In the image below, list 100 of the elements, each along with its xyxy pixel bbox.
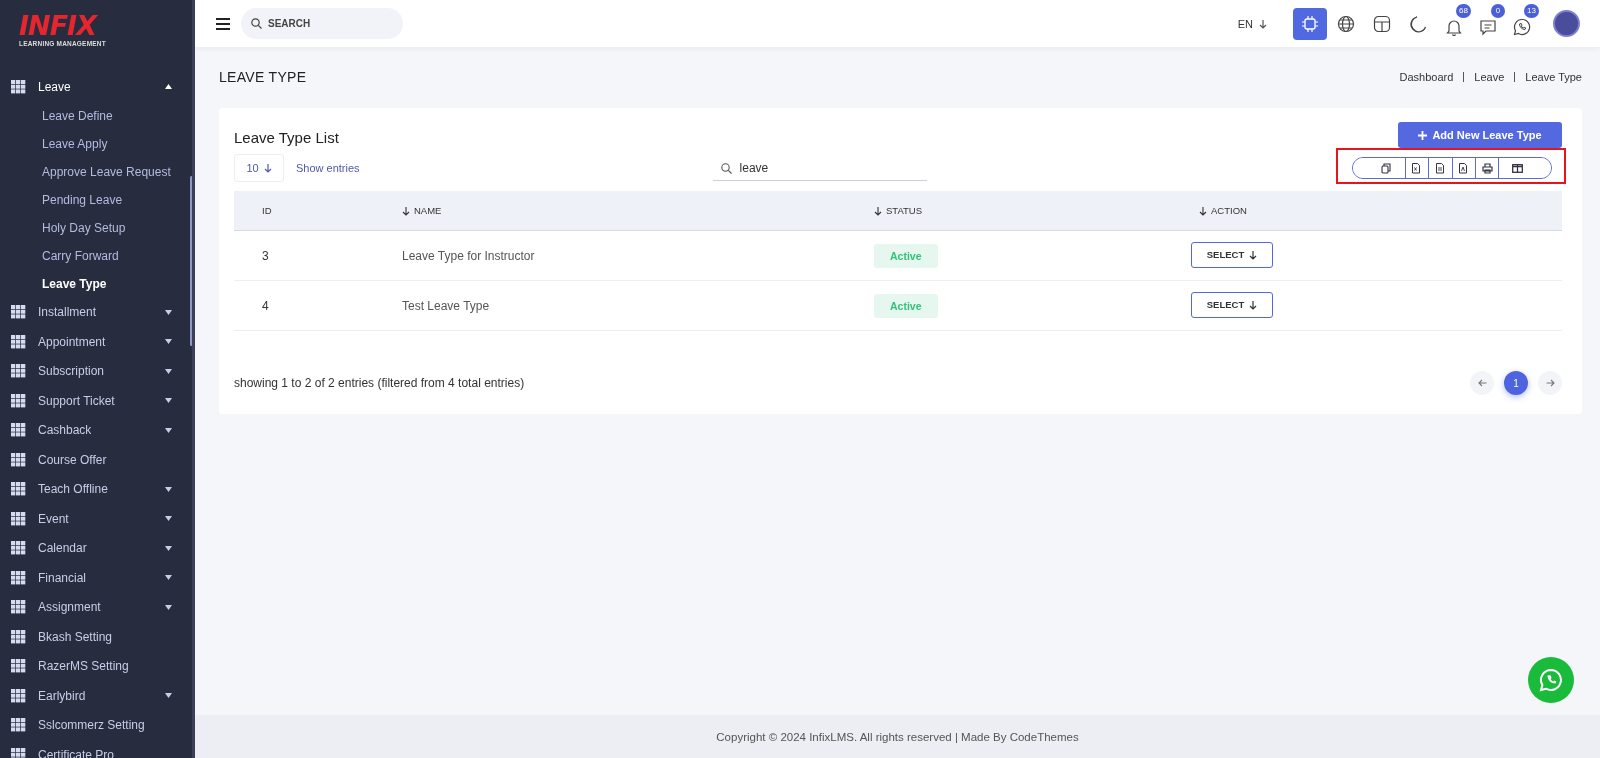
caret-down-icon (165, 693, 172, 699)
chip-icon (1301, 14, 1319, 33)
submenu-item[interactable]: Pending Leave (0, 185, 192, 214)
card-title: Leave Type List (234, 128, 339, 146)
sidebar-item[interactable]: Subscription (0, 356, 192, 386)
sidebar-item[interactable]: Support Ticket (0, 386, 192, 416)
caret-down-icon (165, 309, 172, 315)
moon-icon (1409, 14, 1427, 33)
sidebar-item[interactable]: Certificate Pro (0, 740, 192, 758)
arrow-left-icon (1477, 379, 1487, 387)
submenu-item[interactable]: Leave Type (0, 269, 192, 298)
column-header[interactable]: NAME (374, 205, 846, 216)
arrow-right-icon (1545, 379, 1555, 387)
page-title: LEAVE TYPE (219, 69, 307, 85)
table-cell-text: 3 (261, 248, 270, 263)
caret-down-icon (165, 368, 172, 374)
chat-button[interactable] (1528, 657, 1574, 703)
arrow-down-icon (1249, 249, 1258, 260)
excel-file-icon (1411, 162, 1423, 174)
grid-icon (11, 334, 26, 349)
caret-down-icon (165, 339, 172, 345)
column-header[interactable]: ACTION (1171, 205, 1562, 216)
sidebar-item[interactable]: Cashback (0, 415, 192, 445)
bell-icon (1445, 17, 1463, 36)
breadcrumb-link[interactable]: Dashboard (1399, 72, 1454, 82)
add-button[interactable]: Add New Leave Type (1398, 122, 1562, 148)
count-badge: 68 (1456, 3, 1471, 18)
menu-icon (216, 17, 230, 30)
caret-down-icon (165, 427, 172, 433)
grid-icon (11, 659, 26, 674)
chat-icon (1479, 17, 1497, 36)
sidebar-item[interactable]: Teach Offline (0, 474, 192, 504)
submenu-item[interactable]: Holy Day Setup (0, 213, 192, 242)
grid-icon (11, 629, 26, 644)
entries-info: showing 1 to 2 of 2 entries (filtered from 4 total entries) (234, 376, 525, 390)
table-cell-text: Leave Type for Instructor (401, 248, 536, 263)
arrow-down-icon (1259, 18, 1267, 29)
sidebar-item[interactable]: Installment (0, 297, 192, 327)
breadcrumb-link[interactable]: Leave (1463, 72, 1505, 82)
column-header[interactable]: ID (234, 205, 374, 216)
document-icon (1434, 162, 1446, 174)
sidebar-item[interactable]: Leave (0, 72, 192, 102)
arrow-down-icon (263, 163, 272, 173)
select-dropdown[interactable]: SELECT (1191, 241, 1273, 268)
submenu-item[interactable]: Carry Forward (0, 241, 192, 270)
caret-down-icon (165, 545, 172, 551)
submenu-item[interactable]: Approve Leave Request (0, 157, 192, 186)
submenu-item[interactable]: Leave Apply (0, 129, 192, 158)
grid-icon (11, 718, 26, 733)
sidebar-item[interactable]: Course Offer (0, 445, 192, 475)
notification-button[interactable]: 68 (1437, 3, 1471, 44)
submenu-item[interactable]: Leave Define (0, 101, 192, 130)
caret-up-icon (165, 84, 172, 90)
select-dropdown[interactable]: SELECT (1191, 291, 1273, 318)
sort-arrow-icon (402, 205, 410, 216)
sidebar-item[interactable]: Appointment (0, 327, 192, 357)
sidebar-item[interactable]: Earlybird (0, 681, 192, 711)
caret-down-icon (165, 398, 172, 404)
show-entries-label: Show entries (296, 162, 360, 174)
grid-icon (11, 541, 26, 556)
grid-icon (11, 423, 26, 438)
avatar[interactable] (1553, 10, 1580, 37)
caret-down-icon (165, 516, 172, 522)
grid-icon (11, 79, 26, 94)
sidebar-item[interactable]: Assignment (0, 592, 192, 622)
language-selector[interactable]: EN (1237, 17, 1267, 30)
page-button[interactable]: 1 (1504, 371, 1528, 395)
notification-button[interactable]: 13 (1505, 3, 1539, 44)
search-field[interactable]: SEARCH (241, 8, 403, 39)
phone-chat-icon (1513, 17, 1531, 36)
plus-icon (1418, 130, 1428, 140)
logo-text: INFIX (19, 12, 96, 40)
status-badge: Active (874, 243, 938, 268)
toolbar-button[interactable] (1293, 7, 1327, 40)
footer-text: Copyright © 2024 InfixLMS. All rights reserved | Made By CodeThemes (195, 715, 1600, 758)
count-badge: 0 (1491, 3, 1505, 18)
column-header[interactable]: STATUS (846, 205, 1171, 216)
grid-icon (11, 747, 26, 758)
sidebar-item[interactable]: Sslcommerz Setting (0, 710, 192, 740)
notification-button[interactable]: 0 (1471, 3, 1505, 44)
grid-icon (11, 482, 26, 497)
page-size-select[interactable]: 10 (234, 154, 284, 182)
caret-down-icon (165, 604, 172, 610)
layout-icon (1373, 14, 1391, 33)
sidebar-item[interactable]: Bkash Setting (0, 622, 192, 652)
table-cell-text: 4 (261, 298, 270, 313)
grid-icon (11, 511, 26, 526)
sidebar-item[interactable]: Event (0, 504, 192, 534)
breadcrumb-link[interactable]: Leave Type (1514, 72, 1582, 82)
sort-arrow-icon (1199, 205, 1207, 216)
grid-icon (11, 600, 26, 615)
status-badge: Active (874, 293, 938, 318)
sidebar-item[interactable]: Calendar (0, 533, 192, 563)
copy-icon (1381, 162, 1393, 174)
whatsapp-icon (1539, 668, 1563, 692)
grid-icon (11, 305, 26, 320)
sidebar-item[interactable]: RazerMS Setting (0, 651, 192, 681)
print-icon (1481, 162, 1493, 174)
sidebar-item[interactable]: Financial (0, 563, 192, 593)
grid-icon (11, 364, 26, 379)
